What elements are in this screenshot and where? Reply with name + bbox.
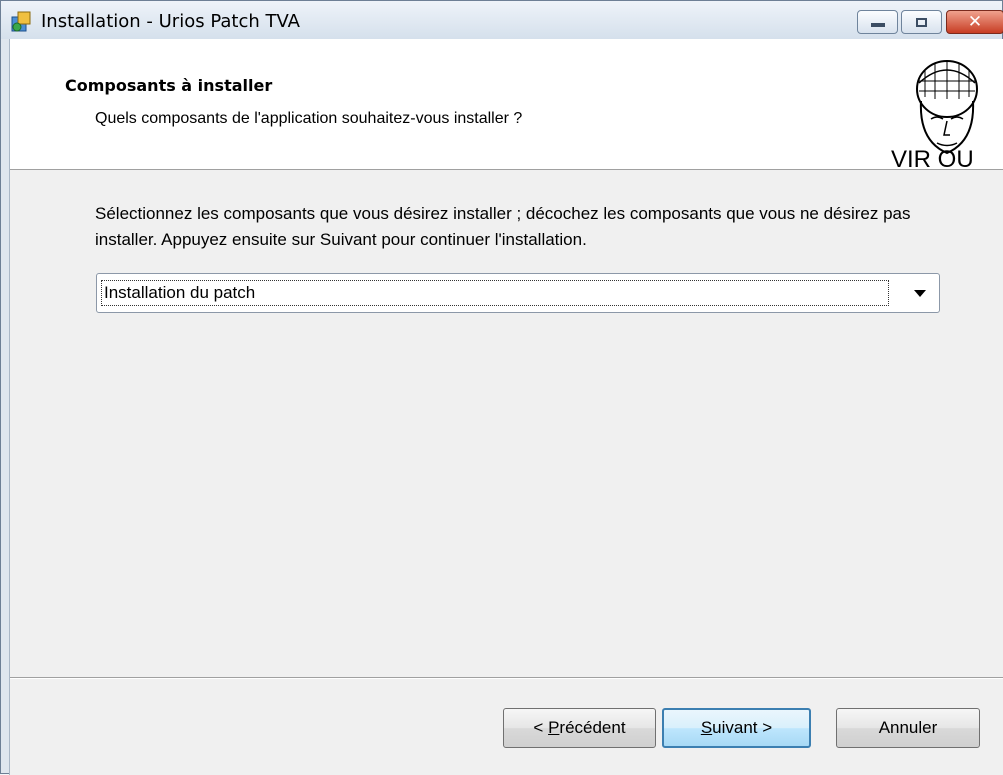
installer-app-icon xyxy=(11,11,31,32)
page-title: Composants à installer xyxy=(65,76,273,95)
back-button-accel: P xyxy=(548,718,560,737)
back-button-prefix: < xyxy=(533,718,549,737)
next-button-accel: S xyxy=(700,718,713,737)
wizard-page: Composants à installer Quels composants … xyxy=(9,39,1003,775)
chevron-down-icon xyxy=(914,289,926,297)
page-subtitle: Quels composants de l'application souhai… xyxy=(95,110,523,127)
title-bar[interactable]: Installation - Urios Patch TVA ✕ xyxy=(1,1,1003,39)
dropdown-arrow-button[interactable] xyxy=(901,274,939,312)
next-button-label: uivant > xyxy=(712,718,773,737)
maximize-button[interactable] xyxy=(901,10,942,34)
urios-logo: VIR OU xyxy=(891,60,978,169)
installer-window: Installation - Urios Patch TVA ✕ Composa… xyxy=(0,0,1003,775)
close-icon: ✕ xyxy=(967,12,983,32)
next-button[interactable]: Suivant > xyxy=(662,708,811,748)
window-title: Installation - Urios Patch TVA xyxy=(41,11,300,32)
components-type-select[interactable]: Installation du patch xyxy=(96,273,940,313)
close-button[interactable]: ✕ xyxy=(946,10,1003,34)
cancel-button[interactable]: Annuler xyxy=(836,708,980,748)
back-button-label: récédent xyxy=(559,718,626,737)
footer-divider xyxy=(10,677,1003,679)
back-button[interactable]: < Précédent xyxy=(503,708,656,748)
cancel-button-label: Annuler xyxy=(878,718,938,737)
maximize-icon xyxy=(916,17,927,27)
instructions-text: Sélectionnez les composants que vous dés… xyxy=(95,204,911,249)
minimize-icon xyxy=(870,23,885,27)
select-value: Installation du patch xyxy=(101,280,889,306)
logo-text: VIR OU xyxy=(891,146,974,169)
wizard-header: Composants à installer Quels composants … xyxy=(10,39,1003,170)
minimize-button[interactable] xyxy=(857,10,898,34)
